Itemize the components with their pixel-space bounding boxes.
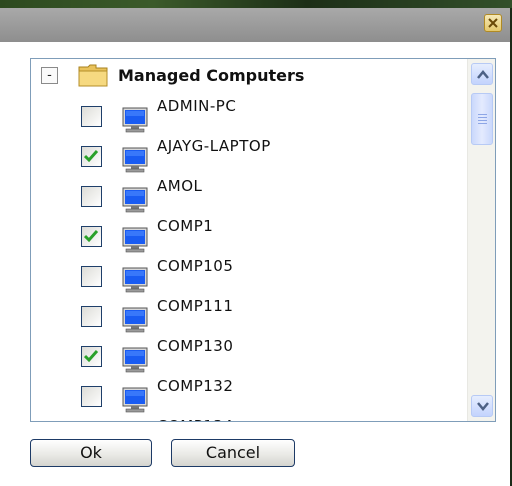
chevron-down-icon	[477, 402, 489, 411]
ok-button[interactable]: Ok	[30, 439, 152, 467]
scroll-up-button[interactable]	[471, 63, 493, 85]
computer-tree[interactable]: - Managed Computers ADMIN-PC AJAYG-LAPTOP…	[30, 58, 496, 422]
checkmark-icon	[84, 230, 99, 243]
computer-icon	[122, 307, 148, 333]
computer-name-label: ADMIN-PC	[157, 97, 237, 115]
tree-item[interactable]: AMOL	[81, 177, 411, 217]
cancel-button[interactable]: Cancel	[171, 439, 295, 467]
computer-name-label: COMP134	[157, 417, 233, 421]
select-computers-dialog: - Managed Computers ADMIN-PC AJAYG-LAPTOP…	[0, 8, 512, 486]
collapse-toggle[interactable]: -	[41, 66, 58, 84]
tree-item[interactable]: AJAYG-LAPTOP	[81, 137, 411, 177]
computer-checkbox[interactable]	[81, 386, 102, 407]
computer-icon	[122, 387, 148, 413]
tree-item[interactable]: COMP1	[81, 217, 411, 257]
vertical-scrollbar[interactable]	[467, 59, 495, 421]
close-icon	[488, 18, 498, 28]
background-strip	[0, 0, 512, 8]
computer-checkbox[interactable]	[81, 226, 102, 247]
computer-name-label: AJAYG-LAPTOP	[157, 137, 271, 155]
tree-item[interactable]: COMP134	[81, 417, 411, 421]
computer-checkbox[interactable]	[81, 186, 102, 207]
tree-item[interactable]: COMP111	[81, 297, 411, 337]
computer-icon	[122, 187, 148, 213]
computer-name-label: COMP1	[157, 217, 214, 235]
scroll-down-button[interactable]	[471, 395, 493, 417]
computer-checkbox[interactable]	[81, 306, 102, 327]
checkmark-icon	[84, 150, 99, 163]
computer-icon	[122, 227, 148, 253]
computer-icon	[122, 147, 148, 173]
computer-name-label: AMOL	[157, 177, 203, 195]
checkmark-icon	[84, 350, 99, 363]
computer-icon	[122, 267, 148, 293]
computer-checkbox[interactable]	[81, 106, 102, 127]
computer-checkbox[interactable]	[81, 346, 102, 367]
computer-checkbox[interactable]	[81, 266, 102, 287]
tree-root-managed-computers: - Managed Computers	[41, 63, 304, 87]
scroll-thumb[interactable]	[471, 93, 493, 145]
folder-icon	[78, 64, 108, 87]
chevron-up-icon	[477, 70, 489, 79]
tree-root-label: Managed Computers	[118, 65, 305, 85]
tree-item[interactable]: ADMIN-PC	[81, 97, 411, 137]
tree-item[interactable]: COMP130	[81, 337, 411, 377]
computer-icon	[122, 347, 148, 373]
computer-name-label: COMP132	[157, 377, 234, 395]
computer-name-label: COMP111	[157, 297, 234, 315]
computer-checkbox[interactable]	[81, 146, 102, 167]
computer-name-label: COMP105	[157, 257, 234, 275]
dialog-titlebar	[0, 8, 510, 42]
close-button[interactable]	[484, 14, 502, 32]
tree-item[interactable]: COMP105	[81, 257, 411, 297]
tree-item[interactable]: COMP132	[81, 377, 411, 417]
computer-name-label: COMP130	[157, 337, 234, 355]
computer-icon	[122, 107, 148, 133]
